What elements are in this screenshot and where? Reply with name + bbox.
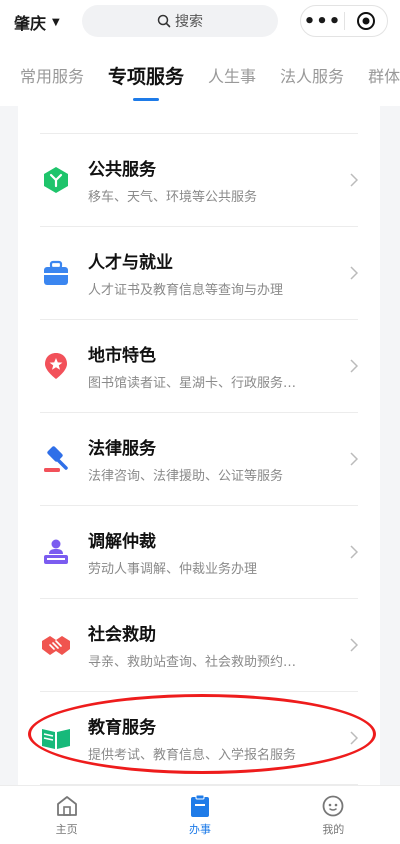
service-item-public[interactable]: 公共服务 移车、天气、环境等公共服务 — [40, 134, 358, 227]
tab-special-services[interactable]: 专项服务 — [108, 62, 184, 89]
chevron-right-icon — [344, 638, 358, 652]
search-label: 搜索 — [175, 14, 203, 30]
service-item-social-assistance[interactable]: 社会救助 寻亲、救助站查询、社会救助预约… — [40, 599, 358, 692]
caret-down-icon: ▼ — [52, 16, 60, 28]
service-title: 人才与就业 — [88, 253, 173, 273]
service-title: 法律服务 — [88, 439, 156, 459]
chevron-right-icon — [344, 359, 358, 373]
service-item-legal[interactable]: 法律服务 法律咨询、法律援助、公证等服务 — [40, 413, 358, 506]
service-item-talent[interactable]: 人才与就业 人才证书及教育信息等查询与办理 — [40, 227, 358, 320]
more-options-icon[interactable]: ••• — [301, 11, 344, 32]
location-star-icon — [40, 350, 72, 382]
chevron-right-icon — [344, 731, 358, 745]
home-icon — [55, 794, 79, 818]
nav-label: 办事 — [188, 822, 211, 836]
mini-program-capsule: ••• — [300, 5, 388, 37]
service-desc: 图书馆读者证、星湖卡、行政服务… — [88, 376, 297, 391]
close-target-icon[interactable] — [345, 11, 387, 31]
chevron-right-icon — [344, 266, 358, 280]
public-service-icon — [40, 164, 72, 196]
tab-life-events[interactable]: 人生事 — [208, 63, 256, 87]
briefcase-icon — [40, 257, 72, 289]
service-desc: 移车、天气、环境等公共服务 — [88, 190, 258, 205]
gavel-icon — [40, 443, 72, 475]
tab-groups[interactable]: 群体 — [368, 63, 400, 87]
service-item-education[interactable]: 教育服务 提供考试、教育信息、入学报名服务 — [40, 692, 358, 785]
mediator-icon — [40, 536, 72, 568]
city-selector[interactable]: 肇庆 ▼ — [14, 10, 60, 34]
clipboard-icon — [189, 794, 211, 818]
nav-home[interactable]: 主页 — [0, 786, 133, 844]
nav-label: 我的 — [322, 822, 345, 836]
service-list: 公共服务 移车、天气、环境等公共服务 人才与就业 人才证书及教育信息等查询与办理… — [18, 106, 380, 786]
service-item-mediation[interactable]: 调解仲裁 劳动人事调解、仲裁业务办理 — [40, 506, 358, 599]
top-bar: 肇庆 ▼ 搜索 ••• — [0, 0, 400, 44]
chevron-right-icon — [344, 173, 358, 187]
service-desc: 寻亲、救助站查询、社会救助预约… — [88, 655, 297, 670]
search-bar[interactable]: 搜索 — [82, 5, 278, 37]
service-desc: 提供考试、教育信息、入学报名服务 — [88, 748, 297, 763]
service-title: 社会救助 — [88, 625, 156, 645]
nav-services[interactable]: 办事 — [133, 786, 266, 844]
service-item-local-features[interactable]: 地市特色 图书馆读者证、星湖卡、行政服务… — [40, 320, 358, 413]
chevron-right-icon — [344, 452, 358, 466]
service-desc: 人才证书及教育信息等查询与办理 — [88, 283, 284, 298]
search-icon — [157, 14, 171, 28]
tab-common-services[interactable]: 常用服务 — [20, 63, 84, 87]
tab-corporate-services[interactable]: 法人服务 — [280, 63, 344, 87]
category-tabs: 常用服务 专项服务 人生事 法人服务 群体 — [0, 44, 400, 106]
chevron-right-icon — [344, 545, 358, 559]
service-desc: 法律咨询、法律援助、公证等服务 — [88, 469, 284, 484]
bottom-nav: 主页 办事 我的 — [0, 785, 400, 844]
nav-label: 主页 — [55, 822, 78, 836]
city-name: 肇庆 — [14, 14, 47, 33]
nav-profile[interactable]: 我的 — [267, 786, 400, 844]
profile-face-icon — [321, 794, 345, 818]
service-title: 调解仲裁 — [88, 532, 156, 552]
handshake-icon — [40, 629, 72, 661]
service-desc: 劳动人事调解、仲裁业务办理 — [88, 562, 258, 577]
service-title: 地市特色 — [88, 346, 156, 366]
open-book-icon — [40, 722, 72, 754]
service-title: 教育服务 — [88, 718, 156, 738]
service-title: 公共服务 — [88, 160, 156, 180]
